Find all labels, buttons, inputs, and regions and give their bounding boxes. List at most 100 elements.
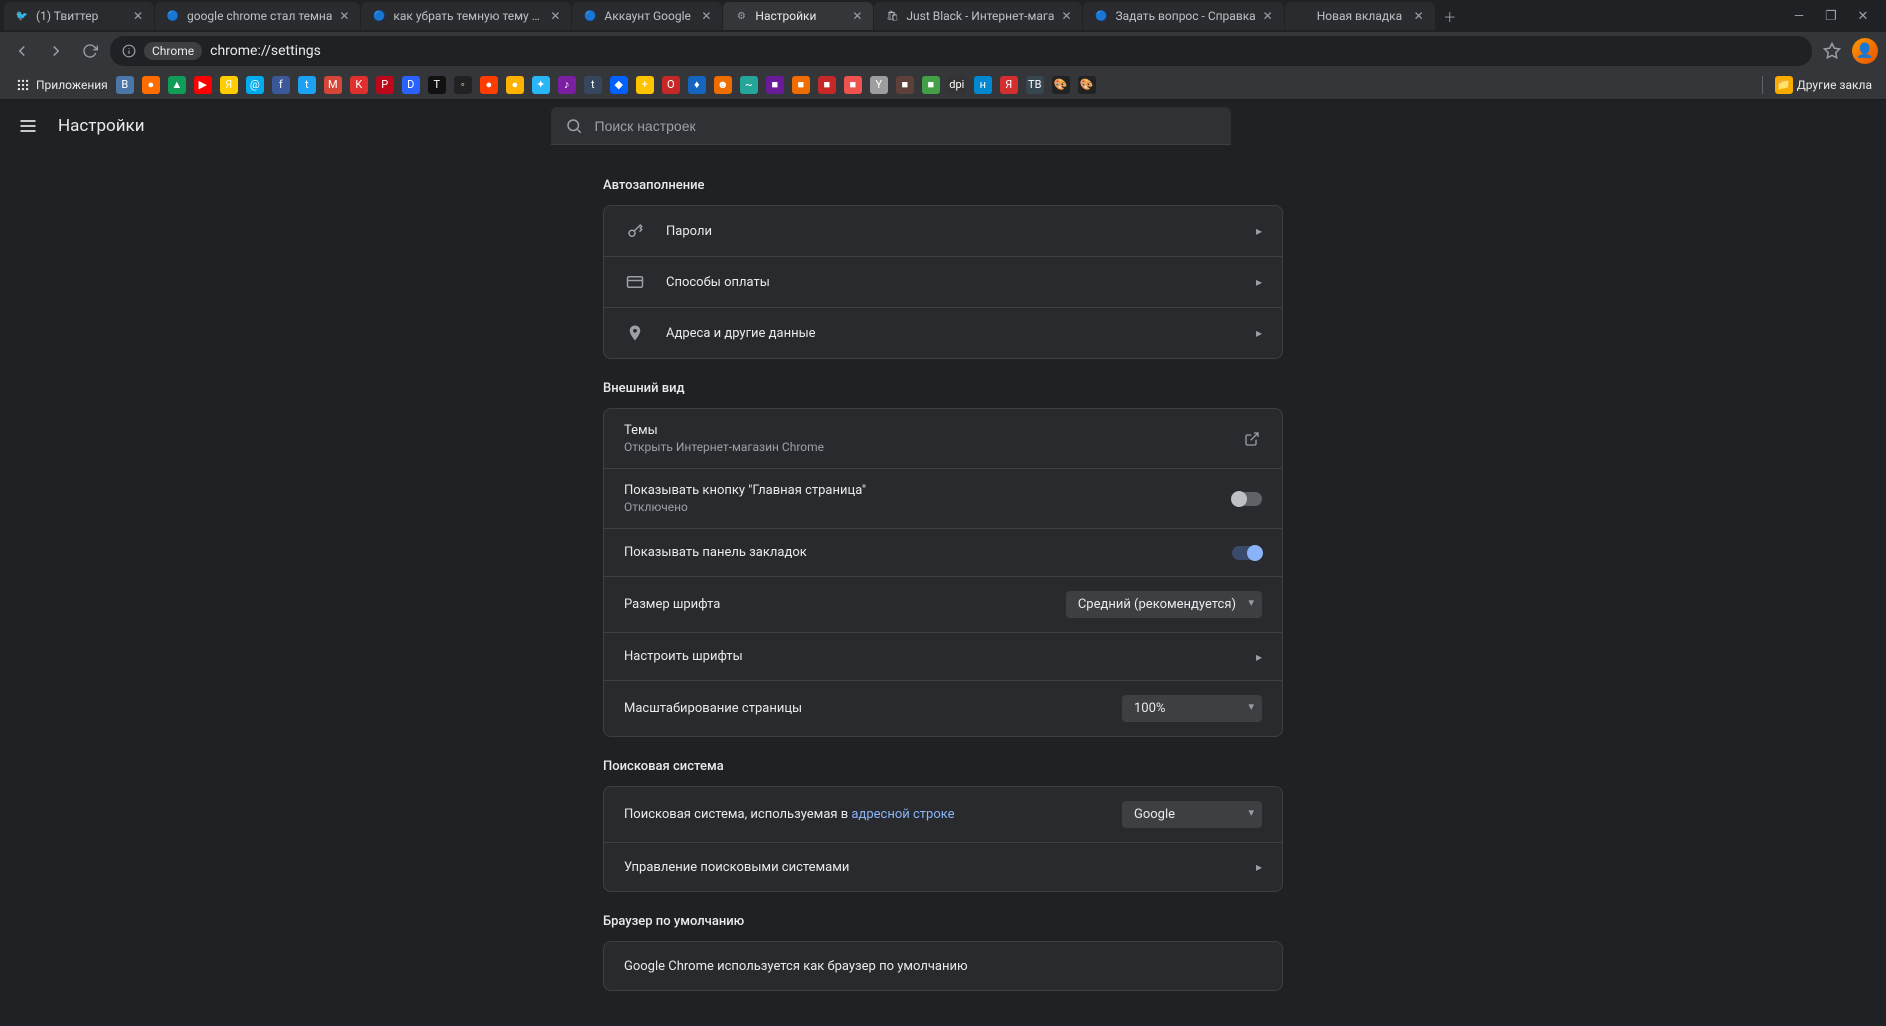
close-icon[interactable]: ✕ [1058, 8, 1074, 24]
tab-just-black[interactable]: 🛍 Just Black - Интернет-мага ✕ [874, 2, 1082, 30]
bookmark-icon[interactable]: + [636, 76, 654, 94]
close-icon[interactable]: ✕ [336, 8, 352, 24]
tab-title: Настройки [755, 9, 845, 23]
bookmark-icon[interactable]: ■ [792, 76, 810, 94]
close-icon[interactable]: ✕ [849, 8, 865, 24]
close-icon[interactable]: ✕ [1260, 8, 1276, 24]
tab-title: (1) Твиттер [36, 9, 126, 23]
bookmark-icon[interactable]: 🎨 [1052, 76, 1070, 94]
customize-fonts-row[interactable]: Настроить шрифты ▸ [604, 633, 1282, 681]
bookmark-icon[interactable]: ■ [766, 76, 784, 94]
bookmark-icon[interactable]: ▶ [194, 76, 212, 94]
other-bookmarks-button[interactable]: 📁 Другие закла [1771, 74, 1876, 96]
manage-search-row[interactable]: Управление поисковыми системами ▸ [604, 843, 1282, 891]
show-bookmarks-label: Показывать панель закладок [624, 545, 1232, 560]
font-size-dropdown[interactable]: Средний (рекомендуется) [1066, 591, 1262, 618]
bookmark-icon[interactable]: ▲ [168, 76, 186, 94]
default-browser-row: Google Chrome используется как браузер п… [604, 942, 1282, 990]
bookmark-icon[interactable]: O [662, 76, 680, 94]
bookmark-icon[interactable]: н [974, 76, 992, 94]
settings-content[interactable]: Автозаполнение Пароли ▸ Способы оплаты ▸ [0, 152, 1886, 1026]
bookmark-icon[interactable]: K [350, 76, 368, 94]
back-button[interactable] [8, 37, 36, 65]
bookmark-icon[interactable]: ◦ [454, 76, 472, 94]
bookmark-icon[interactable]: ■ [896, 76, 914, 94]
bookmark-icon[interactable]: B [116, 76, 134, 94]
page-zoom-dropdown[interactable]: 100% [1122, 695, 1262, 722]
apps-icon [14, 76, 32, 94]
bookmark-icon[interactable]: ТВ [1026, 76, 1044, 94]
settings-search-input[interactable] [595, 118, 1217, 134]
payment-row[interactable]: Способы оплаты ▸ [604, 257, 1282, 308]
bookmark-icon[interactable]: ● [506, 76, 524, 94]
tab-google-search-2[interactable]: 🔵 как убрать темную тему ch ✕ [361, 2, 571, 30]
bookmark-icon[interactable]: ♪ [558, 76, 576, 94]
bookmark-icon[interactable]: ✦ [532, 76, 550, 94]
new-tab-button[interactable]: ＋ [1436, 2, 1464, 30]
bookmark-icon[interactable]: Я [1000, 76, 1018, 94]
apps-button[interactable]: Приложения [10, 74, 112, 96]
bookmark-icon[interactable]: t [298, 76, 316, 94]
bookmark-icon[interactable]: 🎨 [1078, 76, 1096, 94]
bookmark-icon[interactable]: dpi [948, 76, 966, 94]
site-info-icon[interactable] [122, 44, 136, 58]
address-bar-link[interactable]: адресной строке [851, 807, 954, 822]
passwords-row[interactable]: Пароли ▸ [604, 206, 1282, 257]
settings-search-box[interactable] [551, 107, 1231, 145]
card-icon [624, 271, 646, 293]
bookmark-icon[interactable]: ● [142, 76, 160, 94]
chevron-right-icon: ▸ [1246, 650, 1262, 664]
close-icon[interactable]: ✕ [1411, 8, 1427, 24]
bookmark-icon[interactable]: ■ [818, 76, 836, 94]
home-button-toggle[interactable] [1232, 492, 1262, 506]
maximize-button[interactable]: ❐ [1822, 7, 1840, 25]
menu-button[interactable] [16, 114, 40, 138]
page-zoom-label: Масштабирование страницы [624, 701, 1122, 716]
section-autofill-title: Автозаполнение [603, 178, 1283, 193]
bookmark-icon[interactable]: ■ [844, 76, 862, 94]
bookmark-icon[interactable]: D [402, 76, 420, 94]
reload-button[interactable] [76, 37, 104, 65]
bookmark-star-icon[interactable] [1818, 37, 1846, 65]
bookmark-icon[interactable]: P [376, 76, 394, 94]
search-icon [565, 117, 583, 135]
bookmark-icon[interactable]: T [428, 76, 446, 94]
key-icon [624, 220, 646, 242]
addresses-row[interactable]: Адреса и другие данные ▸ [604, 308, 1282, 358]
bookmark-icon[interactable]: ■ [922, 76, 940, 94]
bookmark-icon[interactable]: Я [220, 76, 238, 94]
minimize-button[interactable]: — [1790, 7, 1808, 25]
tab-help[interactable]: 🔵 Задать вопрос - Справка ✕ [1083, 2, 1283, 30]
search-engine-dropdown[interactable]: Google [1122, 801, 1262, 828]
tab-google-search-1[interactable]: 🔵 google chrome стал темна ✕ [155, 2, 360, 30]
google-icon: 🔵 [165, 8, 181, 24]
bookmark-icon[interactable]: ☻ [714, 76, 732, 94]
bookmark-icon[interactable]: ~ [740, 76, 758, 94]
bookmark-icon[interactable]: M [324, 76, 342, 94]
forward-button[interactable] [42, 37, 70, 65]
bookmark-icon[interactable]: Y [870, 76, 888, 94]
tab-settings[interactable]: ⚙ Настройки ✕ [723, 2, 873, 30]
bookmarks-bar-toggle[interactable] [1232, 546, 1262, 560]
tab-twitter[interactable]: 🐦 (1) Твиттер ✕ [4, 2, 154, 30]
close-icon[interactable]: ✕ [130, 8, 146, 24]
chevron-right-icon: ▸ [1246, 326, 1262, 340]
bookmark-icon[interactable]: t [584, 76, 602, 94]
close-icon[interactable]: ✕ [547, 8, 563, 24]
bookmark-icon[interactable]: ♦ [688, 76, 706, 94]
close-icon[interactable]: ✕ [698, 8, 714, 24]
bookmark-icon[interactable]: @ [246, 76, 264, 94]
chevron-right-icon: ▸ [1246, 275, 1262, 289]
bookmark-icon[interactable]: ● [480, 76, 498, 94]
close-window-button[interactable]: ✕ [1854, 7, 1872, 25]
tab-new-tab[interactable]: Новая вкладка ✕ [1285, 2, 1435, 30]
profile-avatar[interactable]: 👤 [1852, 38, 1878, 64]
manage-search-label: Управление поисковыми системами [624, 860, 1246, 875]
tab-google-account[interactable]: 🔵 Аккаунт Google ✕ [572, 2, 722, 30]
themes-row[interactable]: Темы Открыть Интернет-магазин Chrome [604, 409, 1282, 469]
search-engine-card: Поисковая система, используемая в адресн… [603, 786, 1283, 892]
omnibox[interactable]: Chrome chrome://settings [110, 36, 1812, 66]
section-search-title: Поисковая система [603, 759, 1283, 774]
bookmark-icon[interactable]: f [272, 76, 290, 94]
bookmark-icon[interactable]: ◆ [610, 76, 628, 94]
